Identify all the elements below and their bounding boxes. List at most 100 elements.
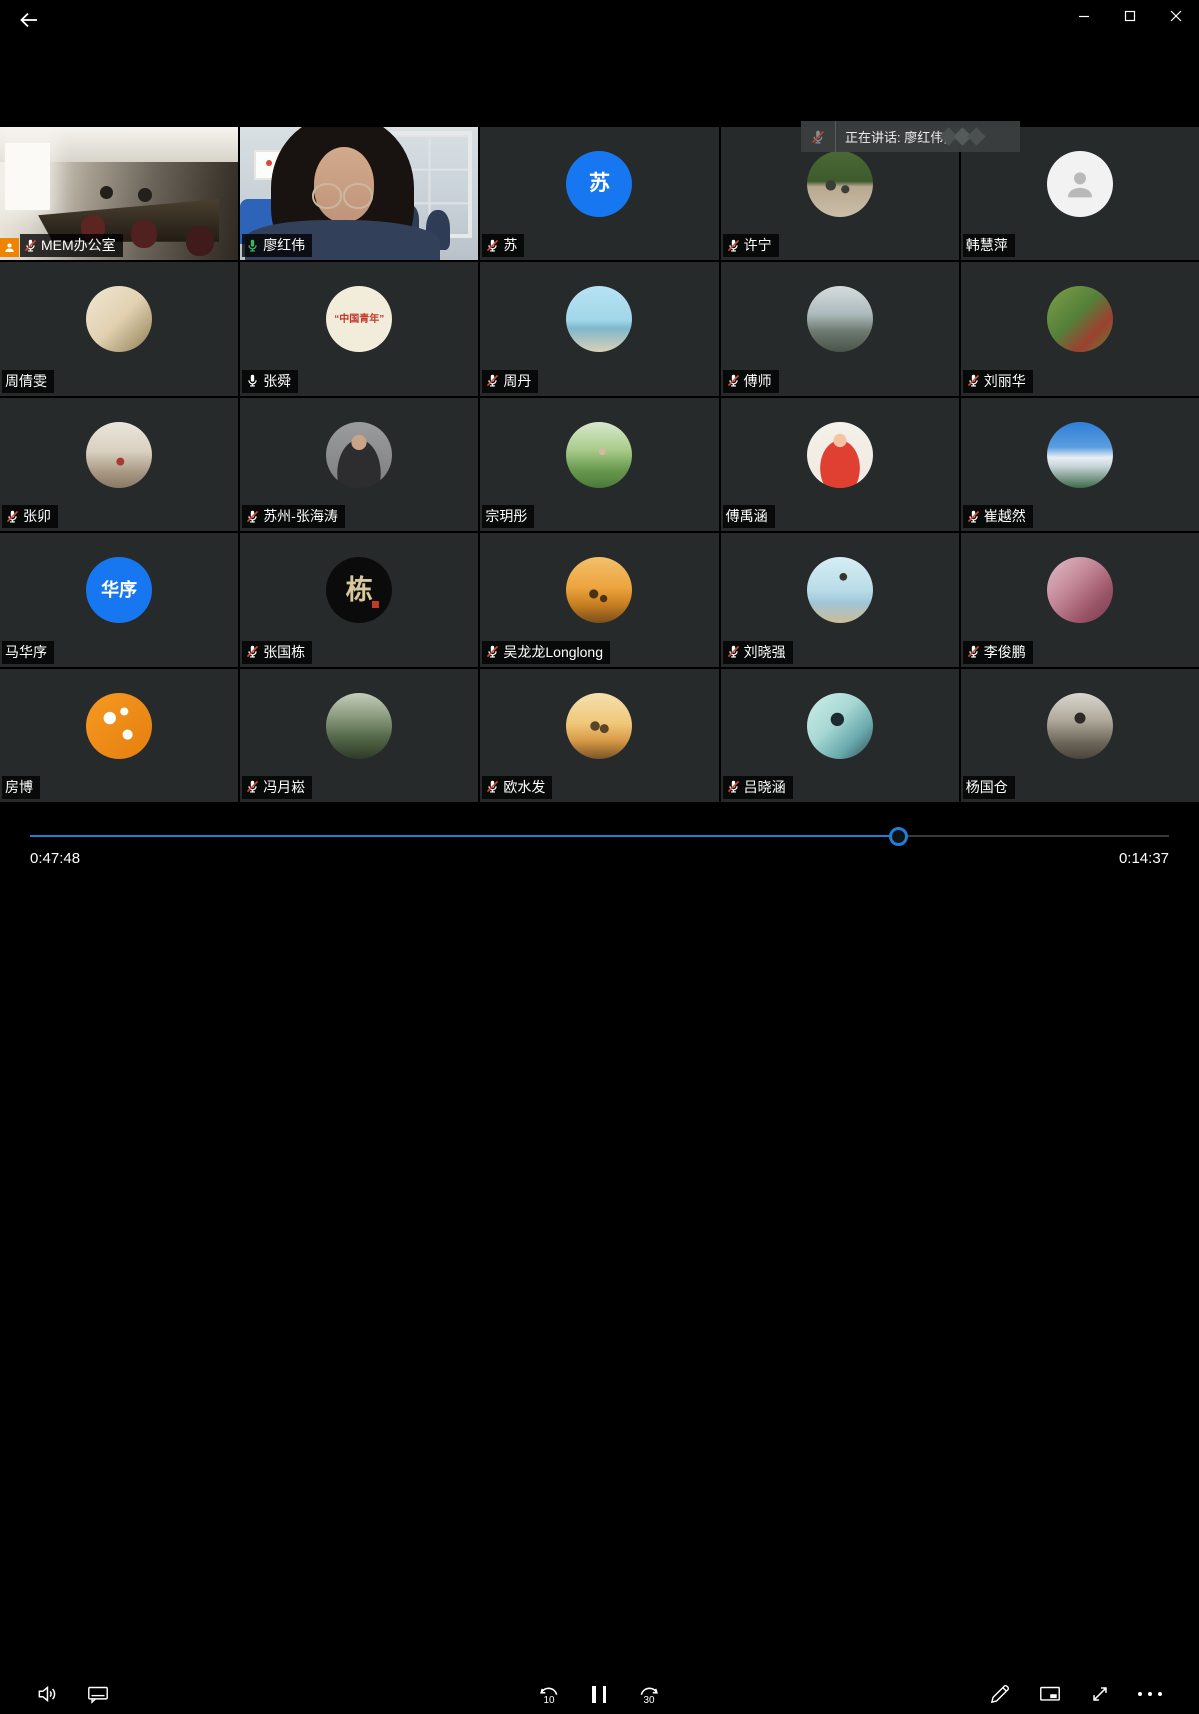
video-surface[interactable]: MEM办公室 廖红伟苏 苏 许宁 韩慧萍 周倩雯 “中国青年” 张舜 周丹 傅师… (0, 127, 1199, 802)
avatar: 华序 (86, 557, 153, 624)
participant-nameplate: 冯月崧 (242, 775, 313, 799)
avatar (86, 421, 153, 488)
participant-nameplate: MEM办公室 (20, 234, 123, 258)
back-button[interactable] (12, 4, 46, 36)
person-silhouette-icon (1067, 172, 1092, 198)
close-button[interactable] (1153, 0, 1199, 32)
participant-tile: 华序马华序 (0, 533, 239, 667)
participant-tile: 宗玥彤 (480, 397, 719, 532)
avatar (806, 151, 873, 217)
participant-nameplate: 张舜 (242, 369, 299, 393)
participant-nameplate: 苏 (482, 234, 525, 258)
participant-name: 宗玥彤 (485, 508, 528, 525)
avatar (326, 692, 393, 759)
participant-tile: 冯月崧 (240, 668, 479, 802)
participant-nameplate: 吕晓涵 (722, 775, 793, 799)
fullscreen-button[interactable] (1080, 1674, 1120, 1714)
maximize-button[interactable] (1107, 0, 1153, 32)
participant-nameplate: 张国栋 (242, 640, 313, 664)
mic-muted-icon (245, 644, 260, 659)
mic-muted-icon (726, 373, 741, 388)
volume-button[interactable] (28, 1674, 68, 1714)
avatar (806, 692, 873, 759)
mic-muted-icon (966, 509, 981, 524)
participant-name: 周倩雯 (5, 372, 47, 389)
seek-progress (30, 835, 898, 837)
more-options-button[interactable] (1130, 1674, 1170, 1714)
pause-button[interactable] (579, 1674, 619, 1714)
participant-name: 杨国仓 (965, 778, 1008, 795)
back-arrow-icon (20, 12, 37, 28)
participant-tile: 傅禹涵 (720, 397, 959, 532)
seek-handle[interactable] (888, 827, 908, 846)
more-options-icon (1138, 1692, 1162, 1696)
subtitles-icon (88, 1686, 108, 1704)
avatar (566, 421, 633, 488)
avatar (806, 286, 873, 353)
participant-name: 刘丽华 (983, 372, 1026, 389)
participant-tile: 刘丽华 (960, 262, 1199, 396)
participant-nameplate: 李俊鹏 (962, 640, 1033, 664)
participant-nameplate: 傅禹涵 (722, 505, 775, 529)
participant-tile: 崔越然 (960, 397, 1199, 532)
participant-tile: 周丹 (480, 262, 719, 396)
subtitles-button[interactable] (78, 1674, 118, 1714)
mic-muted-icon (726, 238, 741, 253)
avatar (86, 692, 153, 759)
participant-tile: 傅师 (720, 262, 959, 396)
fullscreen-icon (1093, 1687, 1107, 1701)
participant-nameplate: 廖红伟 (242, 234, 313, 258)
seek-bar[interactable] (30, 826, 1169, 846)
skip-forward-30-icon: 30 (640, 1687, 658, 1706)
mic-active-icon (245, 238, 260, 253)
participant-name: 傅师 (743, 372, 772, 389)
mic-icon (245, 373, 260, 388)
participant-nameplate: 杨国仓 (962, 775, 1015, 799)
svg-text:30: 30 (643, 1695, 655, 1706)
avatar (326, 421, 393, 488)
mini-player-icon (1040, 1686, 1060, 1701)
participant-tile: 廖红伟 (240, 127, 479, 261)
participant-name: 房博 (5, 778, 33, 795)
participant-nameplate: 宗玥彤 (482, 505, 535, 529)
seal-stamp (372, 601, 380, 609)
participant-name: 韩慧萍 (965, 237, 1008, 254)
participant-tile: 吴龙龙Longlong (480, 533, 719, 667)
participant-nameplate: 马华序 (2, 640, 54, 664)
participant-tile: 栋 张国栋 (240, 533, 479, 667)
avatar (1046, 421, 1113, 488)
minimize-icon (1079, 15, 1089, 18)
playback-bar: 0:47:48 0:14:37 10 30 (0, 802, 1199, 1706)
remaining-time: 0:14:37 (1118, 850, 1169, 867)
speaking-banner-text: 正在讲话: 廖红伟; (845, 130, 947, 145)
participant-tile: 欧水发 (480, 668, 719, 802)
mic-muted-icon (726, 644, 741, 659)
participant-nameplate: 周丹 (482, 369, 539, 393)
participant-name: MEM办公室 (41, 237, 116, 254)
participant-name: 李俊鹏 (983, 643, 1026, 660)
participant-name: 张舜 (263, 372, 292, 389)
miniplayer-button[interactable] (1030, 1674, 1070, 1714)
mic-muted-icon (726, 779, 741, 794)
pause-icon (592, 1685, 606, 1703)
participant-name: 许宁 (743, 237, 772, 254)
avatar (806, 557, 873, 624)
participant-name: 吴龙龙Longlong (503, 643, 604, 660)
participant-name: 廖红伟 (263, 237, 306, 254)
avatar: “中国青年” (326, 286, 393, 353)
mic-muted-icon (245, 509, 260, 524)
ink-button[interactable] (980, 1674, 1020, 1714)
minimize-button[interactable] (1061, 0, 1107, 32)
close-icon (1170, 10, 1182, 22)
participant-tile: 张卯 (0, 397, 239, 532)
participant-name: 张国栋 (263, 643, 306, 660)
participant-nameplate: 欧水发 (482, 775, 553, 799)
participant-tile: MEM办公室 (0, 127, 239, 261)
mic-muted-icon (23, 238, 38, 253)
skip-back-10-button[interactable]: 10 (529, 1674, 569, 1714)
participant-nameplate: 张卯 (2, 505, 58, 529)
mic-muted-icon (485, 238, 500, 253)
mic-muted-icon (245, 779, 260, 794)
participant-nameplate: 许宁 (722, 234, 779, 258)
skip-forward-30-button[interactable]: 30 (629, 1674, 669, 1714)
